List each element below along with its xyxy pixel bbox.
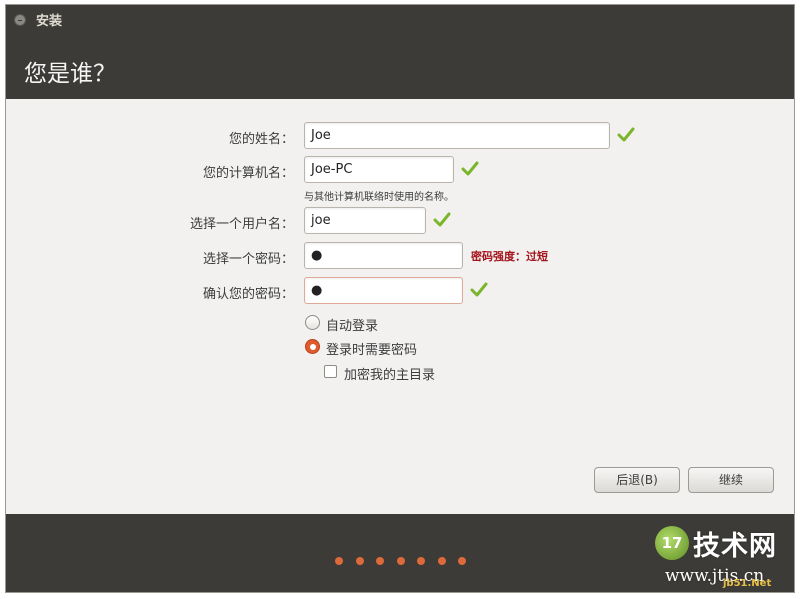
require-password-label[interactable]: 登录时需要密码	[326, 339, 417, 358]
back-button[interactable]: 后退(B)	[594, 467, 680, 493]
watermark: 17 技术网 www.jtis.cn jb51.Net	[655, 522, 795, 592]
installer-window: 安装 您是谁？ 您的姓名： Joe 您的计算机名： Joe-PC 与其他计算机联…	[5, 4, 795, 593]
user-setup-form: 您的姓名： Joe 您的计算机名： Joe-PC 与其他计算机联络时使用的名称。…	[6, 99, 794, 514]
encrypt-home-checkbox[interactable]	[324, 365, 337, 378]
progress-dot	[417, 557, 425, 565]
progress-dot	[355, 557, 364, 565]
confirm-password-check-icon	[470, 282, 488, 297]
progress-dot	[376, 557, 384, 565]
computer-name-input[interactable]: Joe-PC	[304, 156, 454, 183]
encrypt-home-label[interactable]: 加密我的主目录	[344, 364, 435, 383]
continue-button[interactable]: 继续	[688, 467, 774, 493]
page-title: 您是谁？	[24, 61, 116, 87]
require-password-radio[interactable]	[305, 339, 320, 354]
name-check-icon	[617, 127, 635, 142]
progress-dot	[458, 557, 466, 565]
watermark-logo-icon: 17	[655, 526, 689, 560]
password-label: 选择一个密码：	[202, 252, 294, 267]
auto-login-label[interactable]: 自动登录	[326, 315, 378, 334]
password-input[interactable]: ●	[304, 242, 463, 269]
progress-dot	[437, 557, 446, 565]
watermark-sub: jb51.Net	[723, 578, 772, 589]
confirm-password-input[interactable]: ●	[304, 277, 463, 304]
window-title: 安装	[36, 14, 63, 29]
auto-login-radio[interactable]	[305, 315, 320, 330]
confirm-password-label: 确认您的密码：	[202, 287, 294, 302]
name-input[interactable]: Joe	[304, 122, 610, 149]
username-label: 选择一个用户名：	[189, 217, 294, 232]
close-icon[interactable]	[14, 14, 26, 26]
name-label: 您的姓名：	[228, 132, 294, 147]
username-check-icon	[433, 212, 451, 227]
computer-name-check-icon	[461, 161, 479, 176]
computer-name-label: 您的计算机名：	[202, 166, 294, 181]
watermark-brand: 技术网	[693, 531, 777, 562]
password-strength: 密码强度：过短	[471, 250, 548, 263]
title-bar: 安装 您是谁？	[6, 5, 794, 99]
progress-dot	[396, 557, 405, 565]
progress-dot	[335, 557, 343, 565]
computer-name-hint: 与其他计算机联络时使用的名称。	[304, 192, 454, 203]
username-input[interactable]: joe	[304, 207, 426, 234]
